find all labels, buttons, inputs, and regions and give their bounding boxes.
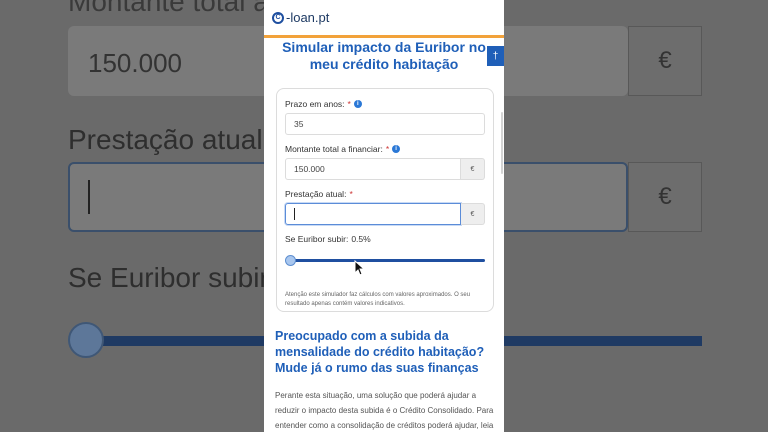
required-marker: *	[349, 189, 353, 199]
bg-slider-knob	[68, 322, 104, 358]
simulator-card: Prazo em anos: * i 35 Montante total a f…	[276, 88, 494, 312]
bg-amount-value: 150.000	[88, 48, 182, 78]
prazo-label: Prazo em anos:	[285, 99, 345, 109]
bg-euro-addon-2: €	[628, 162, 702, 232]
euribor-label: Se Euribor subir:	[285, 234, 349, 244]
euribor-value: 0.5%	[351, 234, 371, 244]
slider-track	[289, 259, 485, 262]
bg-caret	[88, 180, 90, 214]
site-logo[interactable]: C -loan.pt	[272, 10, 329, 25]
field-prestacao: Prestação atual: * €	[285, 189, 485, 225]
site-header: C -loan.pt	[264, 0, 504, 38]
logo-icon: C	[272, 11, 284, 24]
body-paragraph: Perante esta situação, uma solução que p…	[275, 391, 494, 430]
euro-addon: €	[461, 158, 485, 180]
field-euribor: Se Euribor subir: 0.5%	[285, 234, 485, 268]
field-montante: Montante total a financiar: * i 150.000 …	[285, 144, 485, 180]
bg-label-prestacao: Prestação atual:	[68, 124, 271, 155]
scrollbar-thumb[interactable]	[501, 112, 503, 174]
info-icon[interactable]: i	[353, 100, 362, 108]
info-icon[interactable]: i	[392, 145, 401, 153]
euribor-slider[interactable]	[285, 254, 485, 268]
montante-label: Montante total a financiar:	[285, 144, 383, 154]
montante-input[interactable]: 150.000	[285, 158, 461, 180]
text-caret	[294, 208, 295, 220]
euro-addon: €	[461, 203, 485, 225]
promo-heading: Preocupado com a subida da mensalidade d…	[275, 329, 485, 375]
prazo-input[interactable]: 35	[285, 113, 485, 135]
accessibility-icon[interactable]: †	[487, 46, 504, 66]
page-title: Simular impacto da Euribor no meu crédit…	[282, 39, 486, 72]
bg-label-euribor: Se Euribor subir:	[68, 262, 277, 293]
slider-knob[interactable]	[285, 255, 296, 266]
required-marker: *	[385, 144, 390, 154]
prestacao-input[interactable]	[285, 203, 461, 225]
disclaimer-note: Atenção este simulador faz cálculos com …	[285, 292, 471, 307]
bg-euro-addon: €	[628, 26, 702, 96]
field-prazo: Prazo em anos: * i 35	[285, 99, 485, 135]
mobile-page: C -loan.pt Simular impacto da Euribor no…	[264, 0, 504, 432]
bg-heading: Montante total a	[68, 0, 269, 17]
prestacao-label: Prestação atual:	[285, 189, 347, 199]
logo-text: -loan.pt	[286, 10, 330, 25]
required-marker: *	[347, 99, 351, 109]
